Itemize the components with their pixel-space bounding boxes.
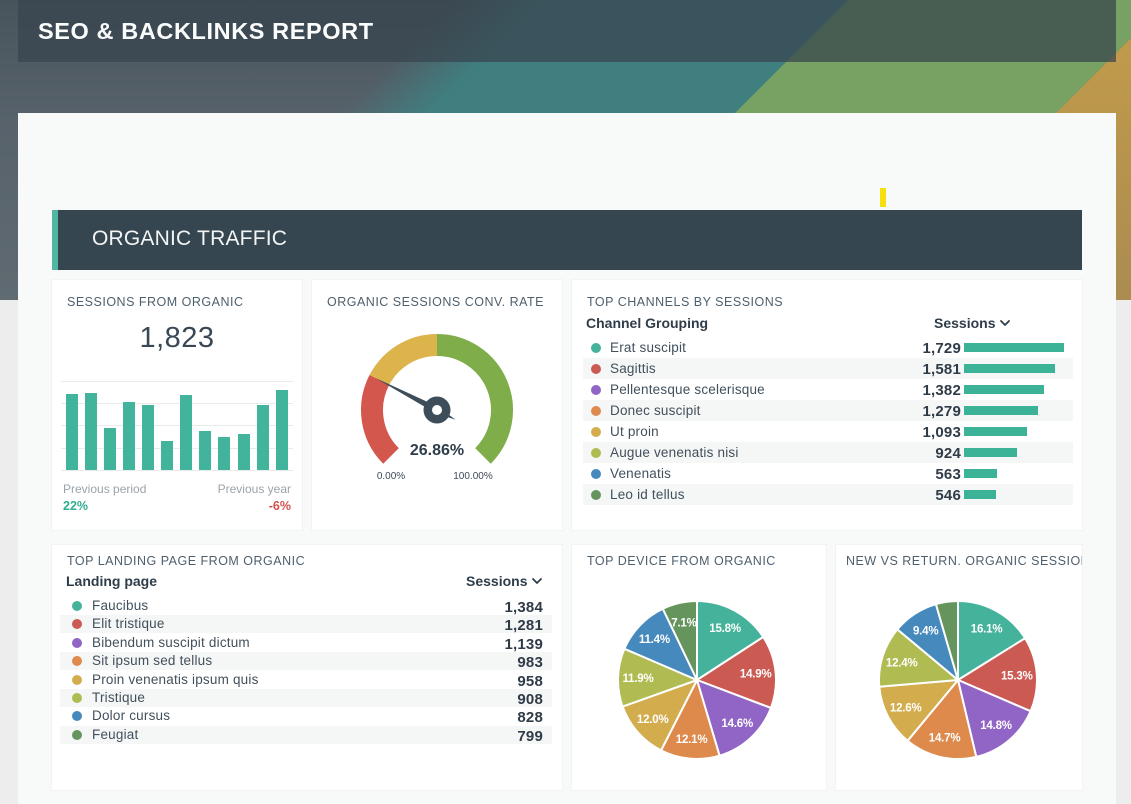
- svg-text:12.0%: 12.0%: [637, 714, 669, 726]
- svg-text:15.8%: 15.8%: [709, 623, 741, 635]
- svg-text:15.3%: 15.3%: [1001, 671, 1033, 683]
- svg-text:7.1%: 7.1%: [671, 618, 696, 630]
- svg-text:11.4%: 11.4%: [639, 634, 670, 646]
- svg-text:16.1%: 16.1%: [971, 623, 1003, 635]
- svg-text:12.6%: 12.6%: [890, 702, 922, 714]
- svg-text:12.4%: 12.4%: [886, 657, 918, 669]
- svg-text:9.4%: 9.4%: [913, 626, 938, 638]
- svg-text:14.6%: 14.6%: [721, 718, 753, 730]
- svg-text:14.7%: 14.7%: [929, 732, 961, 744]
- svg-text:11.9%: 11.9%: [623, 673, 654, 685]
- svg-text:14.9%: 14.9%: [740, 669, 772, 681]
- svg-text:12.1%: 12.1%: [676, 734, 708, 746]
- svg-text:14.8%: 14.8%: [980, 720, 1012, 732]
